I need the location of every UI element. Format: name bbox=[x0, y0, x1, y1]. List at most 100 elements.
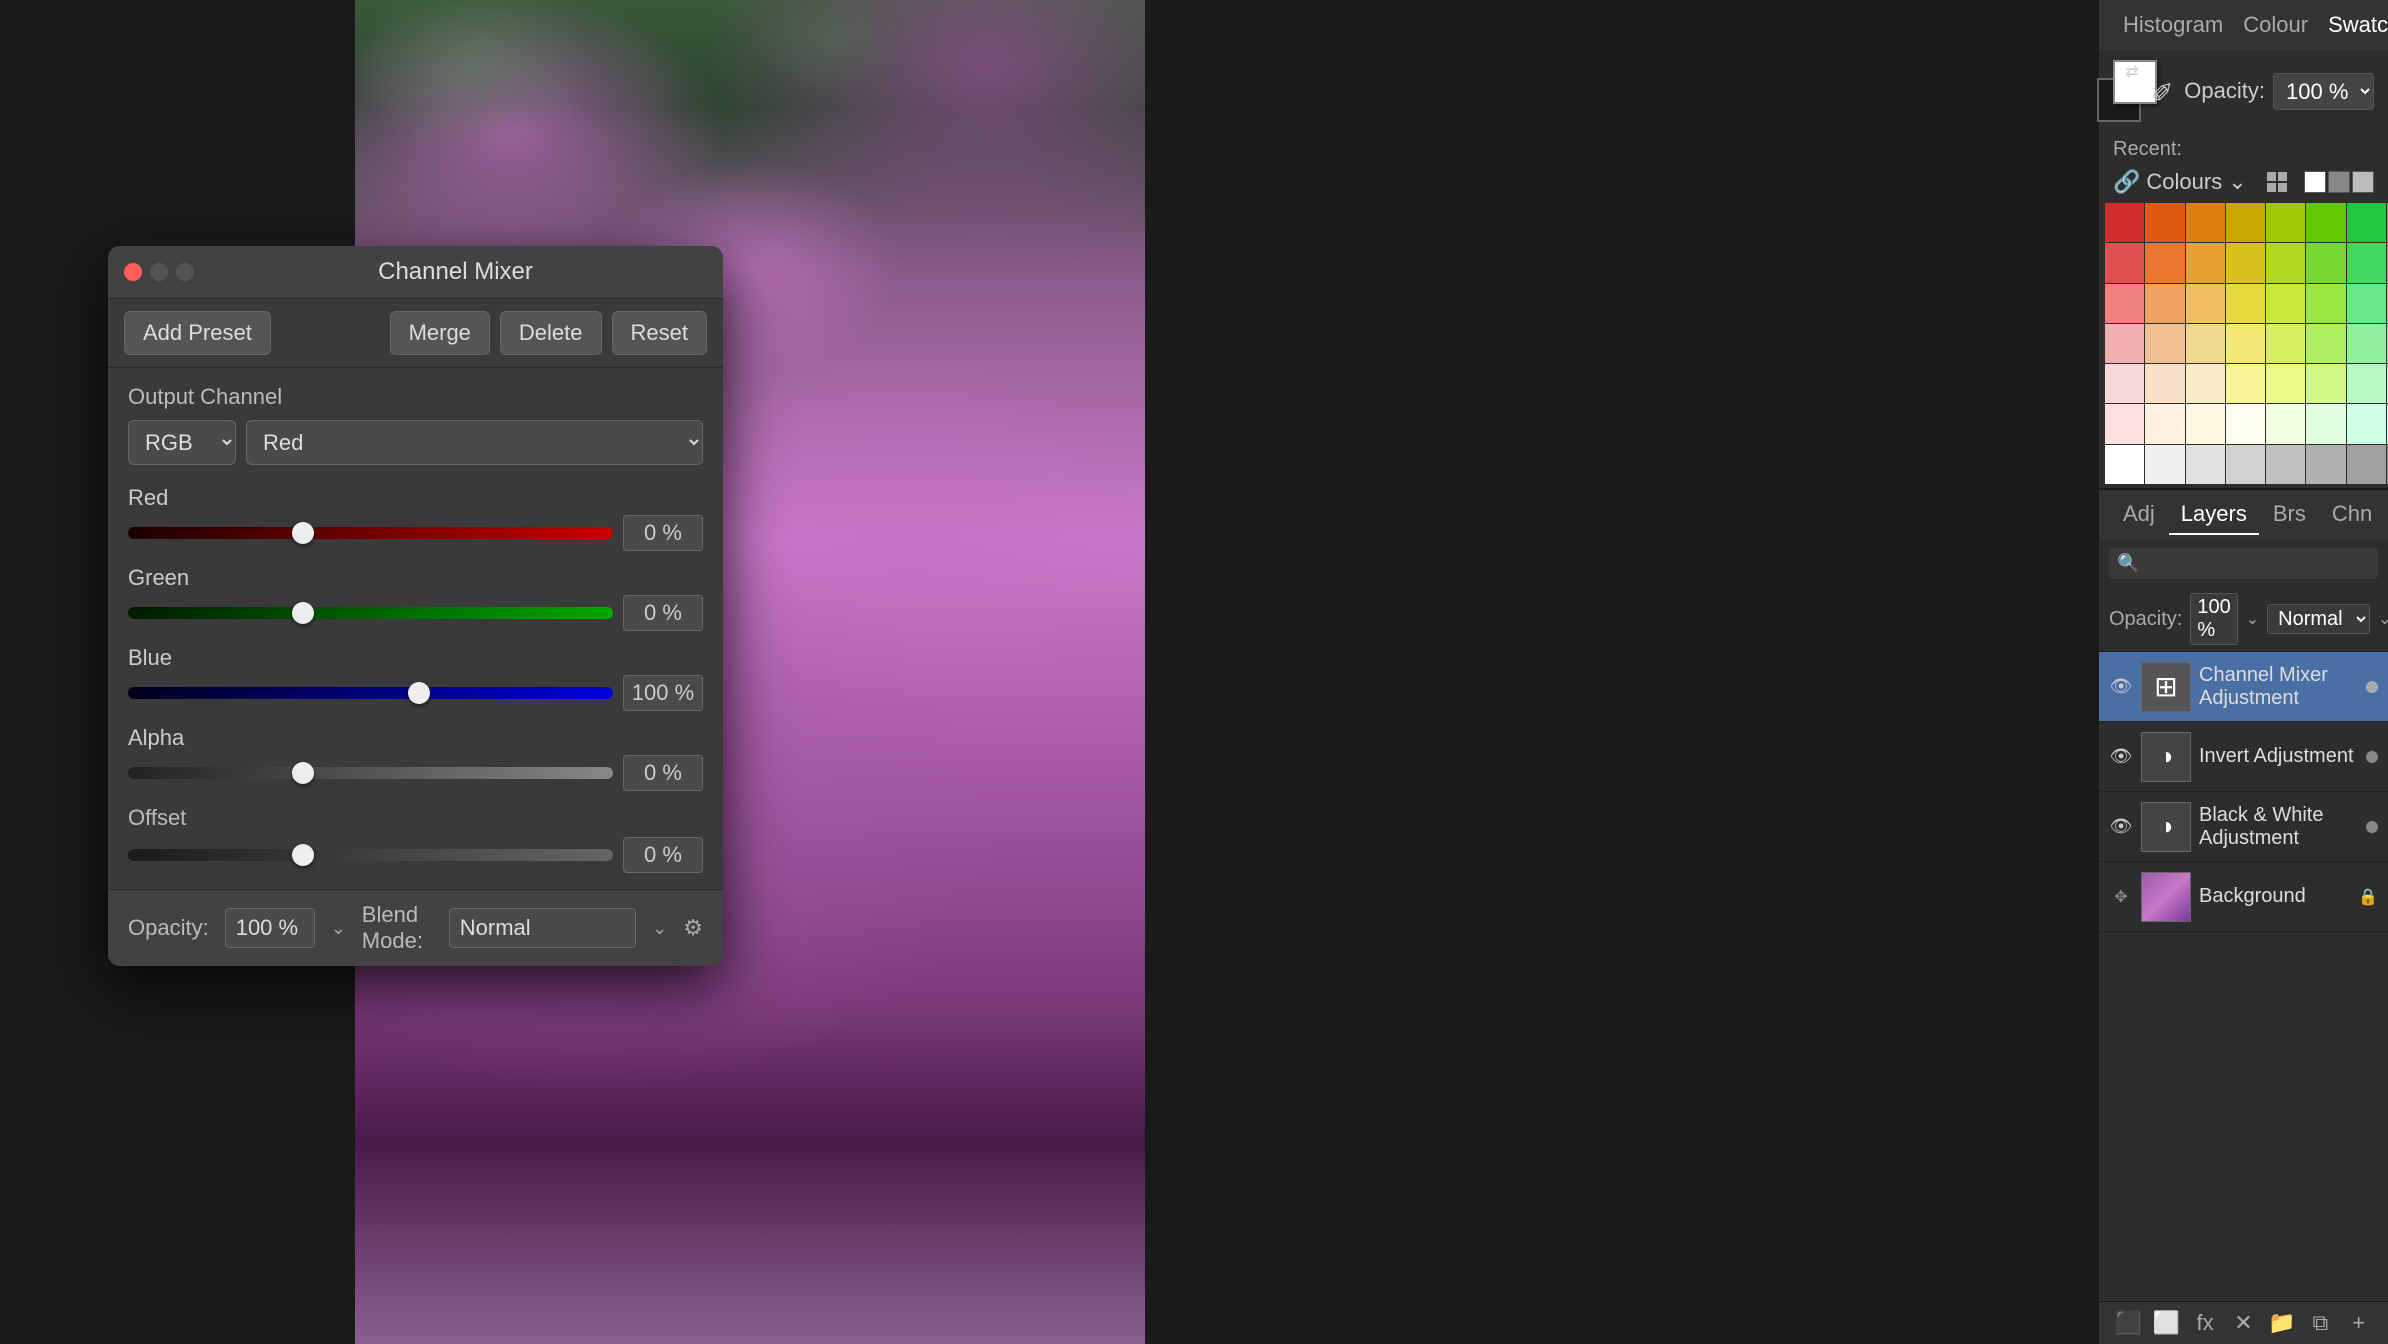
swatch-cell[interactable] bbox=[2266, 364, 2305, 403]
swatch-cell[interactable] bbox=[2266, 243, 2305, 282]
layer-visibility-icon[interactable]: 👁 bbox=[2109, 745, 2133, 769]
maximize-button[interactable] bbox=[176, 263, 194, 281]
reset-button[interactable]: Reset bbox=[612, 311, 707, 355]
tab-layers[interactable]: Layers bbox=[2169, 495, 2259, 535]
tab-colour[interactable]: Colour bbox=[2235, 8, 2316, 42]
swatch-cell[interactable] bbox=[2145, 445, 2184, 484]
red-slider-track[interactable] bbox=[128, 527, 613, 539]
swatch-cell[interactable] bbox=[2186, 243, 2225, 282]
swatch-cell[interactable] bbox=[2226, 284, 2265, 323]
swatch-cell[interactable] bbox=[2186, 364, 2225, 403]
swatch-cell[interactable] bbox=[2145, 243, 2184, 282]
swatch-cell[interactable] bbox=[2266, 324, 2305, 363]
swatch-cell[interactable] bbox=[2266, 404, 2305, 443]
swatch-cell[interactable] bbox=[2226, 243, 2265, 282]
swatch-cell[interactable] bbox=[2186, 324, 2225, 363]
layer-item-bw[interactable]: 👁 ◑ Black & White Adjustment bbox=[2099, 792, 2388, 862]
swatch-cell[interactable] bbox=[2266, 445, 2305, 484]
swatch-cell[interactable] bbox=[2306, 243, 2345, 282]
swatch-cell[interactable] bbox=[2347, 364, 2386, 403]
swap-colors-icon[interactable]: ⇄ bbox=[2125, 62, 2138, 82]
swatch-cell[interactable] bbox=[2186, 203, 2225, 242]
swatch-cell[interactable] bbox=[2145, 364, 2184, 403]
alpha-slider-thumb[interactable] bbox=[292, 762, 314, 784]
layer-item-channel-mixer[interactable]: 👁 ⊞ Channel Mixer Adjustment bbox=[2099, 652, 2388, 722]
alpha-slider-track[interactable] bbox=[128, 767, 613, 779]
swatch-cell[interactable] bbox=[2105, 284, 2144, 323]
swatch-cell[interactable] bbox=[2226, 364, 2265, 403]
swatch-cell[interactable] bbox=[2347, 404, 2386, 443]
grid-view-icon[interactable] bbox=[2266, 171, 2288, 193]
tab-adj[interactable]: Adj bbox=[2111, 495, 2167, 535]
colours-dropdown[interactable]: 🔗 Colours ⌄ bbox=[2113, 169, 2247, 195]
offset-slider-thumb[interactable] bbox=[292, 844, 314, 866]
group-icon[interactable]: ⧉ bbox=[2305, 1310, 2335, 1336]
merge-button[interactable]: Merge bbox=[390, 311, 490, 355]
red-slider-thumb[interactable] bbox=[292, 522, 314, 544]
channel-color-select[interactable]: Red Green Blue bbox=[246, 420, 703, 465]
footer-blend-input[interactable] bbox=[449, 908, 636, 948]
green-slider-track[interactable] bbox=[128, 607, 613, 619]
swatch-cell[interactable] bbox=[2105, 203, 2144, 242]
swatch-cell[interactable] bbox=[2105, 364, 2144, 403]
tab-brs[interactable]: Brs bbox=[2261, 495, 2318, 535]
channel-type-select[interactable]: RGB Red Green Blue bbox=[128, 420, 236, 465]
minimize-button[interactable] bbox=[150, 263, 168, 281]
corrections-icon[interactable]: ✕ bbox=[2228, 1310, 2258, 1336]
footer-opacity-input[interactable] bbox=[225, 908, 315, 948]
new-layer-icon[interactable]: ⬛ bbox=[2113, 1310, 2143, 1336]
layer-item-invert[interactable]: 👁 ◑ Invert Adjustment bbox=[2099, 722, 2388, 792]
gear-icon[interactable]: ⚙ bbox=[683, 915, 703, 941]
tab-chn[interactable]: Chn bbox=[2320, 495, 2384, 535]
swatch-cell[interactable] bbox=[2186, 404, 2225, 443]
swatch-cell[interactable] bbox=[2347, 243, 2386, 282]
swatch-cell[interactable] bbox=[2306, 445, 2345, 484]
swatch-cell[interactable] bbox=[2347, 324, 2386, 363]
close-button[interactable] bbox=[124, 263, 142, 281]
swatch-cell[interactable] bbox=[2347, 203, 2386, 242]
swatch-cell[interactable] bbox=[2145, 203, 2184, 242]
swatch-cell[interactable] bbox=[2226, 203, 2265, 242]
add-layer-icon[interactable]: + bbox=[2344, 1310, 2374, 1336]
swatch-cell[interactable] bbox=[2186, 445, 2225, 484]
offset-slider-track[interactable] bbox=[128, 849, 613, 861]
colours-label: Colours bbox=[2146, 169, 2222, 195]
swatch-cell[interactable] bbox=[2105, 324, 2144, 363]
folder-icon[interactable]: 📁 bbox=[2267, 1310, 2297, 1336]
blue-slider-thumb[interactable] bbox=[408, 682, 430, 704]
opacity-select[interactable]: 100 % bbox=[2273, 73, 2374, 110]
fx-icon[interactable]: fx bbox=[2190, 1310, 2220, 1336]
layer-item-background[interactable]: ✥ Background 🔒 bbox=[2099, 862, 2388, 932]
swatch-cell[interactable] bbox=[2186, 284, 2225, 323]
swatch-cell[interactable] bbox=[2266, 284, 2305, 323]
green-slider-thumb[interactable] bbox=[292, 602, 314, 624]
swatch-cell[interactable] bbox=[2145, 284, 2184, 323]
swatch-cell[interactable] bbox=[2306, 364, 2345, 403]
swatch-cell[interactable] bbox=[2306, 324, 2345, 363]
swatch-cell[interactable] bbox=[2145, 404, 2184, 443]
swatch-cell[interactable] bbox=[2105, 404, 2144, 443]
layer-visibility-icon[interactable]: 👁 bbox=[2109, 675, 2133, 699]
swatch-cell[interactable] bbox=[2145, 324, 2184, 363]
layer-opacity-value[interactable]: 100 % bbox=[2190, 593, 2237, 645]
swatch-cell[interactable] bbox=[2226, 445, 2265, 484]
tab-histogram[interactable]: Histogram bbox=[2115, 8, 2231, 42]
swatch-cell[interactable] bbox=[2105, 445, 2144, 484]
swatch-cell[interactable] bbox=[2347, 445, 2386, 484]
swatch-cell[interactable] bbox=[2347, 284, 2386, 323]
layer-visibility-icon[interactable]: 👁 bbox=[2109, 815, 2133, 839]
blue-slider-track[interactable] bbox=[128, 687, 613, 699]
blend-mode-select[interactable]: Normal Multiply Screen Overlay bbox=[2267, 604, 2370, 634]
swatch-cell[interactable] bbox=[2226, 404, 2265, 443]
swatch-cell[interactable] bbox=[2306, 404, 2345, 443]
swatch-cell[interactable] bbox=[2105, 243, 2144, 282]
delete-button[interactable]: Delete bbox=[500, 311, 602, 355]
new-mask-icon[interactable]: ⬜ bbox=[2152, 1310, 2182, 1336]
swatch-cell[interactable] bbox=[2266, 203, 2305, 242]
swatch-cell[interactable] bbox=[2306, 284, 2345, 323]
swatch-cell[interactable] bbox=[2306, 203, 2345, 242]
tab-swatches[interactable]: Swatches bbox=[2320, 8, 2388, 42]
swatch-cell[interactable] bbox=[2226, 324, 2265, 363]
search-input[interactable] bbox=[2145, 552, 2388, 575]
add-preset-button[interactable]: Add Preset bbox=[124, 311, 271, 355]
